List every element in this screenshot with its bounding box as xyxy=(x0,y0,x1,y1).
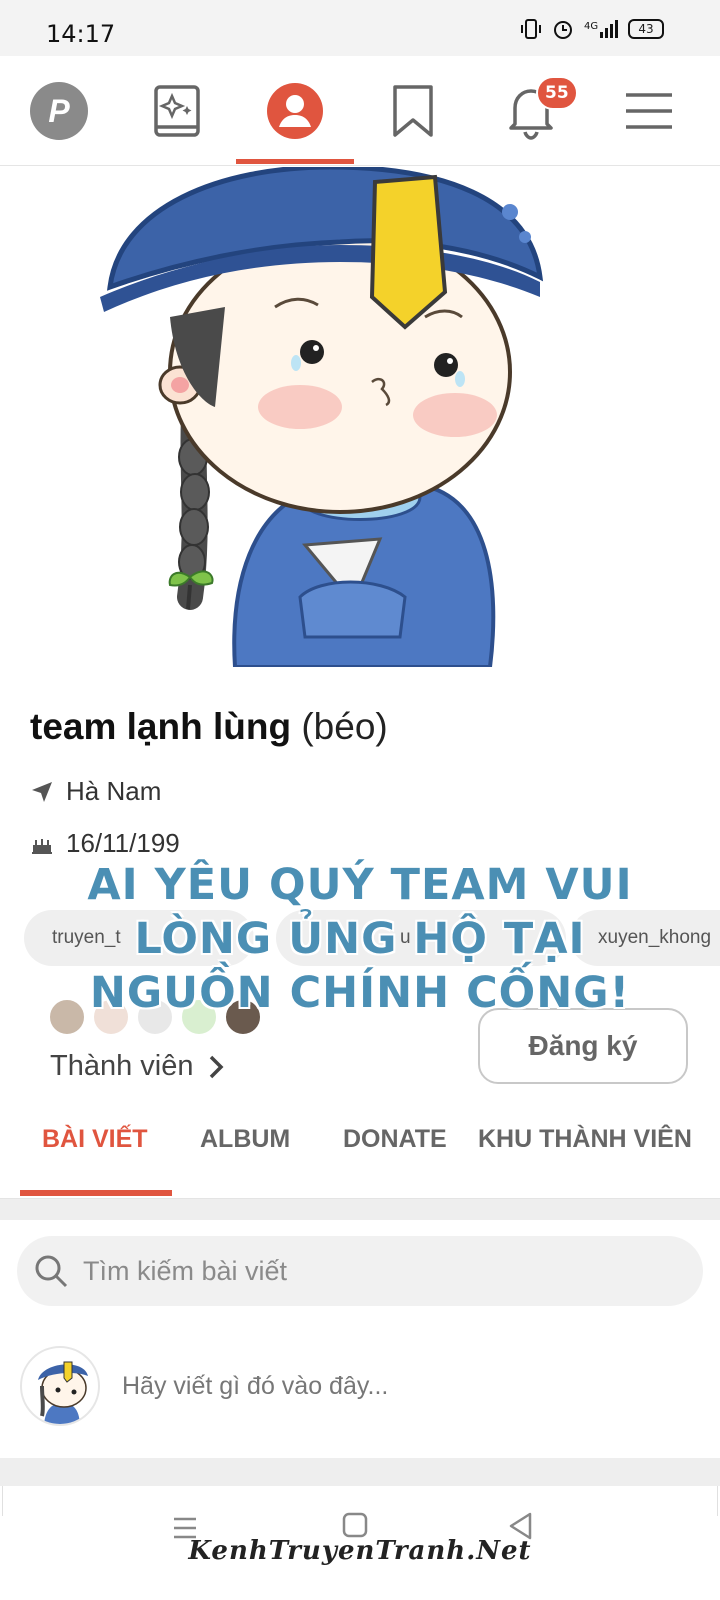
profile-name-suffix: (béo) xyxy=(301,706,388,747)
nav-menu[interactable] xyxy=(590,56,708,166)
alarm-icon xyxy=(554,21,572,39)
notification-badge: 55 xyxy=(536,76,578,110)
nav-bookmarks[interactable] xyxy=(354,56,472,166)
tab-members-area[interactable]: KHU THÀNH VIÊN xyxy=(478,1125,692,1154)
top-nav: P 55 xyxy=(0,56,720,166)
cover-image xyxy=(0,167,720,667)
tag-chip[interactable]: u xyxy=(276,910,566,966)
members-label: Thành viên xyxy=(50,1050,194,1082)
tag-chip[interactable]: xuyen_khong xyxy=(570,910,720,966)
member-avatar xyxy=(136,998,174,1036)
location-arrow-icon xyxy=(30,780,54,804)
hamburger-icon xyxy=(626,93,672,129)
tab-donate[interactable]: DONATE xyxy=(343,1125,447,1154)
status-bar: 14:17 4G 43 xyxy=(0,0,720,56)
birthday-row: 16/11/199 xyxy=(30,828,180,859)
signal-icon: 4G xyxy=(584,20,618,38)
member-avatar xyxy=(180,998,218,1036)
search-icon xyxy=(35,1255,68,1288)
nav-stories[interactable] xyxy=(118,56,236,166)
composer-input[interactable]: Hãy viết gì đó vào đây... xyxy=(122,1372,388,1401)
active-tab-indicator xyxy=(20,1190,172,1196)
member-avatar xyxy=(92,998,130,1036)
nav-logo[interactable]: P xyxy=(0,56,118,166)
members-link[interactable]: Thành viên xyxy=(50,1050,224,1083)
chibi-character-illustration xyxy=(100,167,544,667)
cake-icon xyxy=(30,832,54,856)
post-composer[interactable]: Hãy viết gì đó vào đây... xyxy=(20,1346,700,1426)
avatar xyxy=(20,1346,100,1426)
battery-indicator: 43 xyxy=(628,19,664,39)
tag-chip[interactable]: truyen_t xyxy=(24,910,254,966)
section-divider xyxy=(0,1198,720,1220)
birthday-text: 16/11/199 xyxy=(66,828,180,858)
tag-chips: truyen_t u xuyen_khong xyxy=(24,910,720,966)
chevron-right-icon xyxy=(209,1055,223,1078)
user-circle-icon xyxy=(267,83,323,139)
home-icon[interactable] xyxy=(342,1512,368,1538)
tab-posts[interactable]: BÀI VIẾT xyxy=(42,1125,148,1154)
subscribe-button[interactable]: Đăng ký xyxy=(478,1008,688,1084)
member-avatars[interactable] xyxy=(48,998,262,1036)
profile-name: team lạnh lùng (béo) xyxy=(30,706,388,748)
logo-p: P xyxy=(30,82,88,140)
promo-line-1: AI YÊU QUÝ TEAM VUI xyxy=(87,860,633,910)
location-text: Hà Nam xyxy=(66,776,162,806)
bookmark-icon xyxy=(393,85,433,137)
watermark: KenhTruyenTranh.Net xyxy=(188,1536,532,1566)
svg-text:4G: 4G xyxy=(584,21,598,32)
nav-profile[interactable] xyxy=(236,56,354,166)
status-icons: 4G 43 xyxy=(520,18,664,40)
sparkle-book-icon xyxy=(154,85,200,137)
section-divider xyxy=(0,1458,720,1486)
profile-tabs: BÀI VIẾT ALBUM DONATE KHU THÀNH VIÊN xyxy=(0,1105,720,1196)
location-row: Hà Nam xyxy=(30,776,161,807)
profile-name-main: team lạnh lùng xyxy=(30,706,292,747)
nav-notifications[interactable]: 55 xyxy=(472,56,590,166)
post-search[interactable]: Tìm kiếm bài viết xyxy=(17,1236,703,1306)
status-time: 14:17 xyxy=(46,20,116,48)
vibrate-icon xyxy=(521,19,541,39)
member-avatar xyxy=(224,998,262,1036)
tab-album[interactable]: ALBUM xyxy=(200,1125,290,1154)
search-input[interactable]: Tìm kiếm bài viết xyxy=(83,1256,287,1287)
member-avatar xyxy=(48,998,86,1036)
